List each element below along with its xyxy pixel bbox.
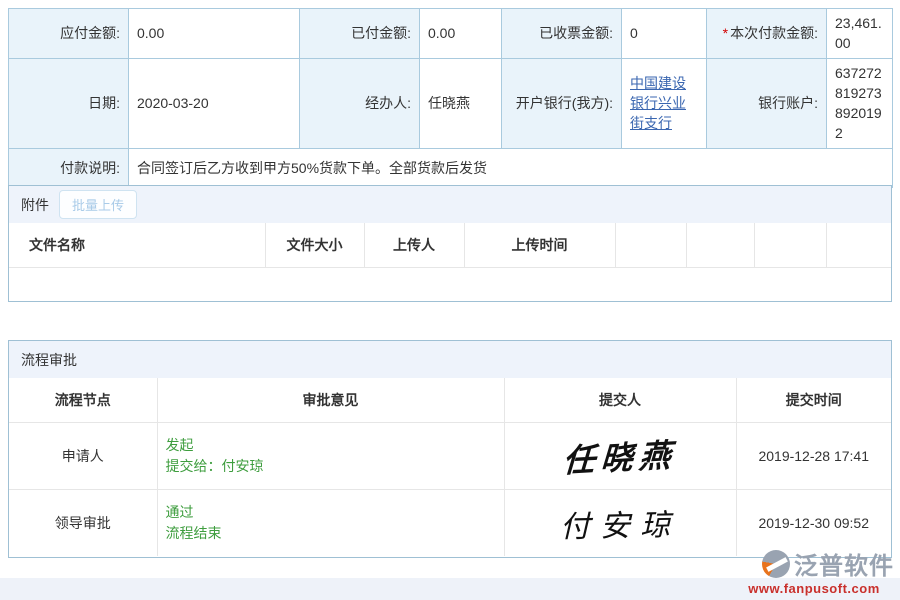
date-value: 2020-03-20 xyxy=(129,58,300,148)
bank-label: 开户银行(我方): xyxy=(502,58,622,148)
payment-detail-page: 应付金额: 0.00 已付金额: 0.00 已收票金额: 0 *本次付款金额: … xyxy=(0,0,900,600)
attachments-panel: 附件 批量上传 文件名称 文件大小 上传人 上传时间 xyxy=(8,185,892,302)
fanpu-logo-icon xyxy=(762,550,790,578)
approval-opinion: 发起 提交给：付安琼 xyxy=(157,422,504,489)
flow-node: 领导审批 xyxy=(9,489,157,556)
vendor-logo: 泛普软件 www.fanpusoft.com xyxy=(734,546,894,596)
col-empty xyxy=(754,223,826,267)
submitter-signature-cell: 付安琼 xyxy=(504,489,736,556)
paid-amount-label: 已付金额: xyxy=(300,9,420,59)
col-file-size: 文件大小 xyxy=(265,223,364,267)
col-submitter: 提交人 xyxy=(504,378,736,422)
vendor-website: www.fanpusoft.com xyxy=(734,581,894,596)
invoiced-amount-label: 已收票金额: xyxy=(502,9,622,59)
payable-amount-value: 0.00 xyxy=(129,9,300,59)
payment-summary-table: 应付金额: 0.00 已付金额: 0.00 已收票金额: 0 *本次付款金额: … xyxy=(8,8,893,188)
approval-opinion: 通过 流程结束 xyxy=(157,489,504,556)
handler-value: 任晓燕 xyxy=(420,58,502,148)
table-row: 应付金额: 0.00 已付金额: 0.00 已收票金额: 0 *本次付款金额: … xyxy=(9,9,893,59)
table-row: 付款说明: 合同签订后乙方收到甲方50%货款下单。全部货款后发货 xyxy=(9,148,893,187)
submit-time: 2019-12-28 17:41 xyxy=(736,422,891,489)
approval-header: 流程审批 xyxy=(9,341,891,378)
current-payment-value: 23,461.00 xyxy=(827,9,893,59)
bank-account-label: 银行账户: xyxy=(707,58,827,148)
signature-image: 任晓燕 xyxy=(562,429,678,481)
current-payment-label: *本次付款金额: xyxy=(707,9,827,59)
opinion-line: 提交给：付安琼 xyxy=(166,456,504,477)
approval-title: 流程审批 xyxy=(21,350,77,370)
required-asterisk: * xyxy=(723,25,728,41)
col-empty xyxy=(615,223,686,267)
col-file-name: 文件名称 xyxy=(9,223,265,267)
approval-panel: 流程审批 流程节点 审批意见 提交人 提交时间 申请人 发起 提交给：付安琼 任… xyxy=(8,340,892,558)
submitter-signature-cell: 任晓燕 xyxy=(504,422,736,489)
paid-amount-value: 0.00 xyxy=(420,9,502,59)
attachments-header-row: 文件名称 文件大小 上传人 上传时间 xyxy=(9,223,891,267)
col-upload-time: 上传时间 xyxy=(464,223,615,267)
opinion-line: 通过 xyxy=(166,502,504,523)
col-submit-time: 提交时间 xyxy=(736,378,891,422)
attachments-header: 附件 批量上传 xyxy=(9,186,891,223)
bank-account-value: 6372728192738920192 xyxy=(827,58,893,148)
table-row: 日期: 2020-03-20 经办人: 任晓燕 开户银行(我方): 中国建设银行… xyxy=(9,58,893,148)
vendor-name: 泛普软件 xyxy=(794,546,894,581)
flow-node: 申请人 xyxy=(9,422,157,489)
vendor-logo-top: 泛普软件 xyxy=(734,546,894,581)
payment-note-value: 合同签订后乙方收到甲方50%货款下单。全部货款后发货 xyxy=(129,148,893,187)
col-uploader: 上传人 xyxy=(364,223,464,267)
current-payment-label-text: 本次付款金额: xyxy=(730,25,818,41)
invoiced-amount-value: 0 xyxy=(622,9,707,59)
signature-image: 付安琼 xyxy=(560,500,681,546)
attachments-title: 附件 xyxy=(21,195,49,215)
payable-amount-label: 应付金额: xyxy=(9,9,129,59)
date-label: 日期: xyxy=(9,58,129,148)
col-flow-node: 流程节点 xyxy=(9,378,157,422)
handler-label: 经办人: xyxy=(300,58,420,148)
col-empty xyxy=(686,223,754,267)
approval-table: 流程节点 审批意见 提交人 提交时间 申请人 发起 提交给：付安琼 任晓燕 20… xyxy=(9,378,891,556)
col-opinion: 审批意见 xyxy=(157,378,504,422)
batch-upload-button[interactable]: 批量上传 xyxy=(59,190,137,219)
opinion-line: 发起 xyxy=(166,435,504,456)
opinion-line: 流程结束 xyxy=(166,523,504,544)
attachments-table: 文件名称 文件大小 上传人 上传时间 xyxy=(9,223,891,268)
approval-header-row: 流程节点 审批意见 提交人 提交时间 xyxy=(9,378,891,422)
approval-row-applicant: 申请人 发起 提交给：付安琼 任晓燕 2019-12-28 17:41 xyxy=(9,422,891,489)
col-empty xyxy=(826,223,891,267)
bank-cell: 中国建设银行兴业街支行 xyxy=(622,58,707,148)
payment-note-label: 付款说明: xyxy=(9,148,129,187)
bank-link[interactable]: 中国建设银行兴业街支行 xyxy=(630,75,686,132)
